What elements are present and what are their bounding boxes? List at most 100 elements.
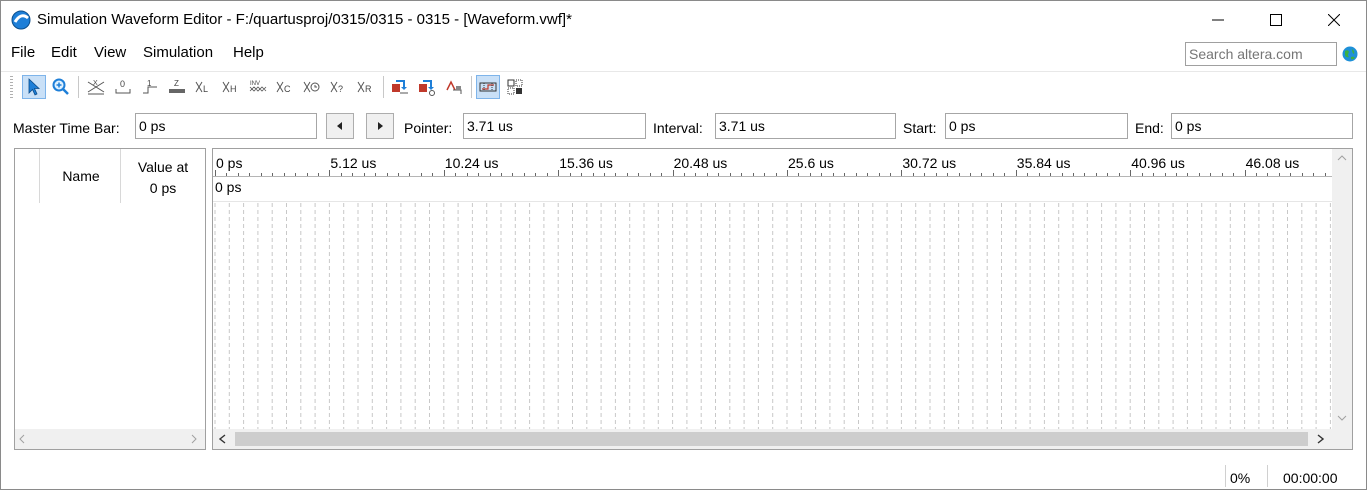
force-weak-low-button[interactable]: L [192, 75, 216, 99]
master-time-bar-marker-label: 0 ps [215, 179, 242, 195]
interval-field[interactable] [715, 113, 896, 139]
svg-text:?: ? [338, 84, 343, 94]
ruler-minor-tick [237, 173, 239, 176]
ruler-minor-tick [684, 173, 686, 176]
waveform-panel[interactable]: 0 ps 5.12 us 10.24 us 15.36 us 20.48 us 25.6 … [212, 148, 1353, 450]
invert-button[interactable]: INV [246, 75, 270, 99]
overwrite-clock-button[interactable] [300, 75, 324, 99]
chevron-left-icon [19, 434, 25, 444]
ruler-minor-tick [226, 173, 228, 176]
scroll-left-arrow[interactable] [19, 434, 25, 444]
scroll-right-arrow[interactable] [1317, 434, 1324, 444]
selection-tool-button[interactable] [22, 75, 46, 99]
menu-help[interactable]: Help [233, 44, 264, 61]
force-high-button[interactable]: 1 [138, 75, 162, 99]
signal-list-panel[interactable]: Name Value at 0 ps [14, 148, 206, 450]
pointer-input[interactable] [464, 114, 645, 138]
pointer-field[interactable] [463, 113, 646, 139]
signal-list-horizontal-scrollbar[interactable] [15, 429, 205, 449]
svg-text:X: X [93, 80, 98, 87]
ruler-minor-tick [306, 173, 308, 176]
column-divider[interactable] [39, 149, 40, 203]
ruler-minor-tick [1187, 173, 1189, 176]
random-values-button[interactable]: R [354, 75, 378, 99]
scroll-right-arrow[interactable] [191, 434, 197, 444]
ruler-minor-tick [260, 173, 262, 176]
time-ruler[interactable]: 0 ps 5.12 us 10.24 us 15.36 us 20.48 us 25.6 … [213, 149, 1333, 177]
grid-icon [507, 79, 523, 95]
close-icon [1328, 14, 1340, 26]
ruler-minor-tick [1256, 173, 1258, 176]
zoom-tool-button[interactable] [49, 75, 73, 99]
menu-simulation[interactable]: Simulation [143, 44, 213, 61]
scroll-up-arrow[interactable] [1337, 155, 1347, 161]
previous-transition-button[interactable] [326, 113, 354, 139]
scroll-down-arrow[interactable] [1337, 415, 1347, 421]
next-transition-button[interactable] [366, 113, 394, 139]
title-bar[interactable]: Simulation Waveform Editor - F:/quartusp… [1, 1, 1366, 39]
waveform-vertical-scrollbar[interactable] [1332, 149, 1352, 429]
functional-simulation-icon [392, 80, 408, 94]
interval-label: Interval: [653, 120, 703, 136]
scroll-left-arrow[interactable] [219, 434, 226, 444]
master-time-bar-marker-row[interactable]: 0 ps [213, 177, 1333, 202]
horizontal-scroll-thumb[interactable] [235, 432, 1308, 446]
ruler-minor-tick [661, 173, 663, 176]
toolbar-grip[interactable] [10, 76, 13, 98]
end-input[interactable] [1172, 114, 1352, 138]
ruler-minor-tick [523, 173, 525, 176]
count-value-button[interactable]: C [273, 75, 297, 99]
ruler-minor-tick [581, 173, 583, 176]
svg-text:INV: INV [250, 81, 260, 87]
svg-text:L: L [203, 84, 208, 94]
master-time-bar-field[interactable] [135, 113, 317, 139]
force-weak-high-button[interactable]: H [219, 75, 243, 99]
search-field[interactable] [1185, 42, 1338, 66]
menu-edit[interactable]: Edit [51, 44, 77, 61]
svg-text:Z: Z [174, 79, 179, 88]
run-functional-simulation-button[interactable] [388, 75, 412, 99]
interval-input[interactable] [716, 114, 895, 138]
ruler-label: 30.72 us [902, 155, 957, 171]
ruler-label: 40.96 us [1131, 155, 1185, 171]
close-button[interactable] [1305, 1, 1363, 39]
globe-icon[interactable] [1342, 46, 1358, 62]
menu-view[interactable]: View [94, 44, 126, 61]
start-field[interactable] [945, 113, 1128, 139]
run-timing-simulation-button[interactable] [415, 75, 439, 99]
ruler-minor-tick [1210, 173, 1212, 176]
grid-settings-button[interactable] [503, 75, 527, 99]
maximize-button[interactable] [1247, 1, 1305, 39]
waveform-horizontal-scrollbar[interactable] [213, 429, 1352, 449]
ruler-minor-tick [878, 173, 880, 176]
ruler-minor-tick [249, 173, 251, 176]
snap-to-grid-button[interactable] [476, 75, 500, 99]
arrow-pointer-icon [28, 78, 41, 96]
ruler-minor-tick [1027, 173, 1029, 176]
waveform-grid[interactable] [213, 203, 1333, 429]
generate-netlist-button[interactable] [442, 75, 466, 99]
search-input[interactable] [1186, 43, 1338, 65]
end-field[interactable] [1171, 113, 1353, 139]
name-column-header[interactable]: Name [41, 168, 121, 184]
ruler-minor-tick [512, 173, 514, 176]
pointer-label: Pointer: [404, 120, 453, 136]
ruler-minor-tick [1118, 173, 1120, 176]
start-input[interactable] [946, 114, 1127, 138]
ruler-minor-tick [1164, 173, 1166, 176]
ruler-minor-tick [889, 173, 891, 176]
menu-file[interactable]: File [11, 44, 35, 61]
dont-care-button[interactable]: ? [327, 75, 351, 99]
master-time-bar-input[interactable] [136, 114, 316, 138]
value-column-header[interactable]: Value at [121, 159, 205, 175]
ruler-minor-tick [1290, 173, 1292, 176]
time-bar-row: Master Time Bar: Pointer: Interval: Star… [1, 111, 1366, 141]
clock-icon [303, 81, 320, 93]
force-low-button[interactable]: 0 [111, 75, 135, 99]
waveform-editor-window: Simulation Waveform Editor - F:/quartusp… [0, 0, 1367, 490]
menu-bar: File Edit View Simulation Help [1, 41, 1101, 65]
minimize-button[interactable] [1189, 1, 1247, 39]
force-high-impedance-button[interactable]: Z [165, 75, 189, 99]
force-unknown-button[interactable]: X [84, 75, 108, 99]
weak-low-icon: L [195, 81, 208, 94]
